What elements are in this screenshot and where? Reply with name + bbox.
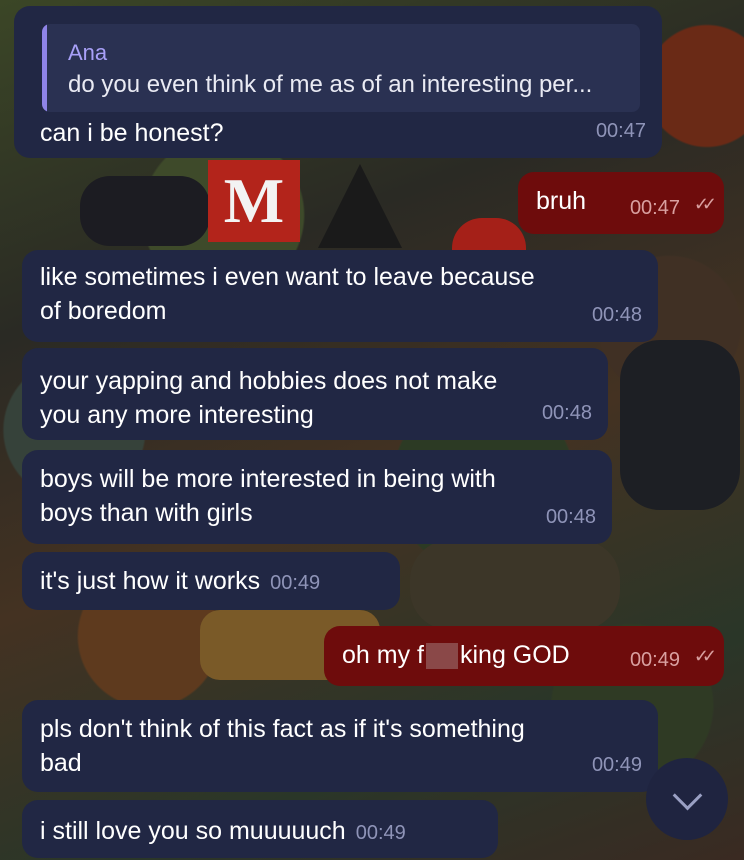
wallpaper-shape [410, 540, 620, 630]
message-bubble-incoming[interactable]: your yapping and hobbies does not make y… [22, 348, 608, 440]
message-text: boys will be more interested in being wi… [40, 462, 496, 530]
message-line: your yapping and hobbies does not make [40, 367, 498, 395]
message-time: 00:48 [545, 506, 596, 528]
message-text: pls don't think of this fact as if it's … [40, 712, 525, 780]
message-line: you any more interesting [40, 401, 314, 429]
message-bubble-incoming[interactable]: Ana do you even think of me as of an int… [14, 6, 662, 158]
message-time: 00:48 [591, 304, 642, 326]
reply-quote[interactable]: Ana do you even think of me as of an int… [42, 24, 640, 112]
message-line: boys will be more interested in being wi… [40, 465, 496, 493]
message-text: can i be honest? [40, 119, 224, 147]
message-time: 00:47 [629, 197, 680, 219]
message-line: pls don't think of this fact as if it's … [40, 715, 525, 743]
scroll-to-bottom-button[interactable] [646, 758, 728, 840]
message-bubble-outgoing[interactable]: bruh 00:47 ✓✓ [518, 172, 724, 234]
message-time: 00:47 [595, 120, 646, 142]
message-time: 00:49 [591, 754, 642, 776]
message-bubble-incoming[interactable]: it's just how it works 00:49 [22, 552, 400, 610]
message-text: like sometimes i even want to leave beca… [40, 260, 535, 328]
message-body-start: oh my f [342, 641, 424, 669]
double-check-icon: ✓✓ [693, 646, 717, 666]
message-body: i still love you so muuuuuch [40, 817, 346, 845]
message-time: 00:49 [270, 572, 321, 594]
wallpaper-shape [318, 164, 402, 248]
message-body: it's just how it works [40, 567, 261, 595]
reply-text: do you even think of me as of an interes… [68, 71, 593, 98]
message-bubble-incoming[interactable]: boys will be more interested in being wi… [22, 450, 612, 544]
message-time: 00:49 [629, 649, 680, 671]
message-line: like sometimes i even want to leave beca… [40, 263, 535, 291]
reply-accent-bar [42, 24, 47, 112]
message-line: of boredom [40, 297, 167, 325]
censor-block [425, 643, 458, 670]
message-text: your yapping and hobbies does not make y… [40, 364, 497, 432]
message-line: boys than with girls [40, 499, 253, 527]
message-text: oh my f king GOD [342, 638, 570, 672]
message-text: i still love you so muuuuuch 00:49 [40, 814, 406, 850]
reply-author: Ana [68, 40, 108, 65]
message-bubble-incoming[interactable]: like sometimes i even want to leave beca… [22, 250, 658, 342]
message-time: 00:48 [541, 402, 592, 424]
message-bubble-incoming[interactable]: pls don't think of this fact as if it's … [22, 700, 658, 792]
wallpaper-shape [80, 176, 210, 246]
message-text: bruh [536, 187, 587, 215]
message-line: bad [40, 749, 82, 777]
message-body-end: king GOD [459, 641, 570, 669]
double-check-icon: ✓✓ [693, 194, 717, 214]
wallpaper-shape [620, 340, 740, 510]
message-bubble-outgoing[interactable]: oh my f king GOD 00:49 ✓✓ [324, 626, 724, 686]
message-text: it's just how it works 00:49 [40, 564, 320, 600]
chevron-down-icon [672, 780, 702, 810]
wallpaper-letter: M [208, 160, 300, 242]
message-bubble-incoming[interactable]: i still love you so muuuuuch 00:49 [22, 800, 498, 858]
message-time: 00:49 [355, 822, 406, 844]
